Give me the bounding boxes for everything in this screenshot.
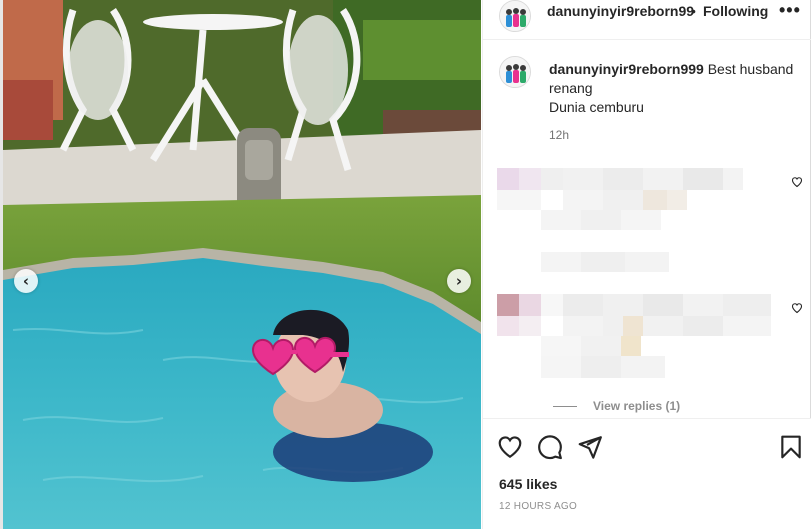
avatar-image-icon xyxy=(500,1,530,31)
following-button[interactable]: Following xyxy=(703,3,768,19)
pixelated-comment-block xyxy=(497,294,771,378)
chevron-right-icon: › xyxy=(455,271,463,290)
carousel-next-button[interactable]: › xyxy=(447,269,471,293)
more-options-button[interactable]: ••• xyxy=(779,0,801,21)
caption-line-3: Dunia cemburu xyxy=(549,99,644,115)
comment-item xyxy=(497,168,787,273)
comment-like-heart-icon[interactable] xyxy=(791,302,803,314)
view-replies-button[interactable]: View replies (1) xyxy=(553,399,680,413)
share-paper-plane-icon[interactable] xyxy=(577,434,603,460)
post-timestamp[interactable]: 12 HOURS AGO xyxy=(499,501,577,512)
comment-icon[interactable] xyxy=(537,434,563,460)
comment-item xyxy=(497,294,787,382)
avatar-image-icon xyxy=(500,57,530,87)
likes-count[interactable]: 645 likes xyxy=(499,476,557,492)
comment-like-heart-icon[interactable] xyxy=(791,176,803,188)
post-actions-bar: 645 likes 12 HOURS AGO xyxy=(483,418,811,529)
chevron-left-icon: ‹ xyxy=(22,271,30,290)
pixelated-comment-block xyxy=(497,168,743,272)
avatar[interactable] xyxy=(499,0,531,32)
caption-line-1: Best husband xyxy=(707,61,794,77)
like-heart-icon[interactable] xyxy=(497,434,523,460)
post-header: danunyinyir9reborn99 • Following ••• xyxy=(483,0,811,40)
caption-text: danunyinyir9reborn999 Best husband renan… xyxy=(549,60,799,117)
caption-line-2: renang xyxy=(549,80,593,96)
post-side-panel: danunyinyir9reborn99 • Following ••• dan… xyxy=(482,0,811,529)
view-replies-label: View replies (1) xyxy=(593,399,681,413)
caption-timestamp[interactable]: 12h xyxy=(549,128,569,142)
view-replies-divider xyxy=(553,405,577,407)
pool-photo xyxy=(3,0,481,529)
post-media[interactable]: ‹ › xyxy=(3,0,481,529)
separator-dot: • xyxy=(691,3,696,19)
carousel-prev-button[interactable]: ‹ xyxy=(14,269,38,293)
save-bookmark-icon[interactable] xyxy=(778,434,804,460)
post-username-link[interactable]: danunyinyir9reborn99 xyxy=(547,3,694,19)
avatar[interactable] xyxy=(499,56,531,88)
caption-username-link[interactable]: danunyinyir9reborn999 xyxy=(549,61,704,77)
